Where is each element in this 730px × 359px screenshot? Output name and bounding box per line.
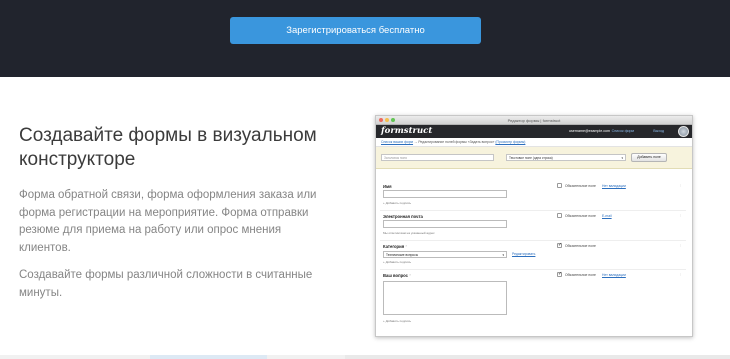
chevron-down-icon: ▾	[502, 253, 504, 257]
forms-list-link: Список форм	[611, 129, 634, 133]
form-editor-screenshot: Редактор формы | formstruct formstruct u…	[375, 115, 693, 337]
field-handle-icon: ⋮	[679, 243, 682, 247]
form-field-name: Имя Обязательное поле Нет валидации ⋮ + …	[380, 181, 686, 211]
field-hint: Мы ответим вам на указанный адрес	[383, 231, 435, 235]
logout-link: Выход	[653, 129, 664, 133]
field-type-select: Текстовое поле (одна строка) ▾	[506, 154, 626, 161]
required-checkbox	[557, 213, 562, 218]
required-star-icon: *	[405, 244, 407, 249]
required-star-icon: *	[409, 273, 411, 278]
add-field-button: Добавить поле	[631, 153, 667, 162]
field-hint: + Добавить подпись	[383, 260, 412, 264]
field-hint: + Добавить подпись	[383, 201, 412, 205]
page: Зарегистрироваться бесплатно Создавайте …	[0, 0, 730, 359]
breadcrumb-preview-link: (Просмотр формы)	[495, 140, 526, 144]
validation-link: Нет валидации	[602, 184, 626, 188]
validation-link: E-mail	[602, 214, 612, 218]
required-label: Обязательное поле	[565, 244, 596, 248]
email-input-preview	[383, 220, 507, 228]
form-field-category: Категория * Обязательное поле ⋮ Техничес…	[380, 241, 686, 270]
field-handle-icon: ⋮	[679, 272, 682, 276]
user-email: username@example.com	[569, 129, 610, 133]
chevron-down-icon: ▾	[621, 156, 623, 160]
required-checkbox	[557, 183, 562, 188]
field-label: Имя	[383, 184, 392, 189]
field-handle-icon: ⋮	[679, 213, 682, 217]
feature-paragraph-1: Форма обратной связи, форма оформления з…	[19, 189, 317, 254]
question-textarea-preview	[383, 281, 507, 315]
field-label-text: Категория	[383, 244, 405, 249]
category-select-preview: Технические вопросы ▾	[383, 251, 507, 258]
next-section-tile	[345, 355, 730, 359]
window-titlebar: Редактор формы | formstruct	[376, 116, 692, 125]
field-label: Ваш вопрос *	[383, 273, 411, 278]
next-section-edge	[0, 355, 730, 359]
hero-band: Зарегистрироваться бесплатно	[0, 0, 730, 77]
validation-link: Нет валидации	[602, 273, 626, 277]
field-hint: + Добавить подпись	[383, 319, 412, 323]
form-field-email: Электронная почта Обязательное поле E-ma…	[380, 211, 686, 241]
name-input-preview	[383, 190, 507, 198]
feature-heading: Создавайте формы в визуальном конструкто…	[19, 125, 317, 170]
add-field-toolbar: Заголовок поля Текстовое поле (одна стро…	[376, 147, 692, 169]
field-label: Категория *	[383, 244, 407, 249]
breadcrumb-forms-link: Список ваших форм	[381, 140, 414, 144]
breadcrumb: Список ваших форм → Редактирование полей…	[376, 138, 692, 147]
required-checkbox	[557, 271, 562, 277]
form-field-question: Ваш вопрос * Обязательное поле Нет валид…	[380, 270, 686, 330]
required-checkbox	[557, 242, 562, 248]
field-type-value: Текстовое поле (одна строка)	[509, 156, 553, 160]
avatar	[678, 126, 689, 137]
breadcrumb-current: → Редактирование полей формы «Задать воп…	[413, 140, 495, 144]
category-value: Технические вопросы	[386, 253, 419, 257]
required-label: Обязательное поле	[565, 214, 596, 218]
required-label: Обязательное поле	[565, 273, 596, 277]
window-title: Редактор формы | formstruct	[507, 118, 561, 123]
register-free-button[interactable]: Зарегистрироваться бесплатно	[230, 17, 481, 44]
next-section-tile	[150, 355, 267, 359]
field-label-text: Ваш вопрос	[383, 273, 409, 278]
field-label: Электронная почта	[383, 214, 423, 219]
app-header: formstruct username@example.com Список ф…	[376, 125, 692, 138]
feature-paragraph-2: Создавайте формы различной сложности в с…	[19, 269, 313, 299]
field-title-input: Заголовок поля	[381, 154, 494, 161]
field-handle-icon: ⋮	[679, 183, 682, 187]
required-label: Обязательное поле	[565, 184, 596, 188]
edit-options-link: Редактировать	[512, 252, 536, 256]
formstruct-logo: formstruct	[381, 126, 433, 136]
